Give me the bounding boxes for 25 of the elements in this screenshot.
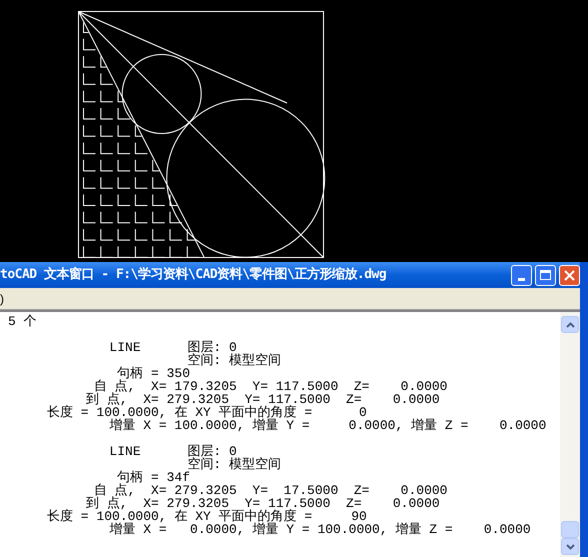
output-line: 增量 X = 100.0000, 增量 Y = 0.0000, 增量 Z = 0.0000 [109,419,548,432]
scrollbar[interactable] [560,312,580,557]
output-line: 句柄 = 34f [117,471,192,484]
output-line: 自 点, X= 179.3205 Y= 117.5000 Z= 0.0000 [94,380,448,393]
output-line: 自 点, X= 279.3205 Y= 17.5000 Z= 0.0000 [94,484,448,497]
output-line: 句柄 = 350 [117,367,192,380]
output-line: 长度 = 100.0000, 在 XY 平面中的角度 = 90 [46,510,368,523]
output-line: 5 个 [8,315,38,328]
output-line: 增量 X = 0.0000, 增量 Y = 100.0000, 增量 Z = 0.0000 [109,523,532,536]
maximize-button[interactable] [535,264,556,286]
scroll-up-button[interactable] [561,316,579,333]
close-button[interactable] [559,264,580,286]
output-line: 长度 = 100.0000, 在 XY 平面中的角度 = 0 [46,406,368,419]
scroll-down-button[interactable] [561,538,579,555]
window-title: toCAD 文本窗口 - F:\学习资料\CAD资料\零件图\正方形缩放.dwg [0,266,388,284]
close-icon [564,270,575,280]
output-line: LINE 图层: 0 [108,445,237,458]
output-line: 空间: 模型空间 [187,458,282,471]
output-line: 空间: 模型空间 [186,354,282,367]
output-line: 到 点, X= 279.3205 Y= 117.5000 Z= 0.0000 [85,393,441,406]
scroll-thumb[interactable] [561,521,579,538]
minimize-button[interactable] [511,264,532,286]
menu-item[interactable]: ) [0,290,4,308]
output-line: LINE 图层: 0 [108,341,237,354]
output-line: 到 点, X= 279.3205 Y= 117.5000 Z= 0.0000 [85,497,441,510]
